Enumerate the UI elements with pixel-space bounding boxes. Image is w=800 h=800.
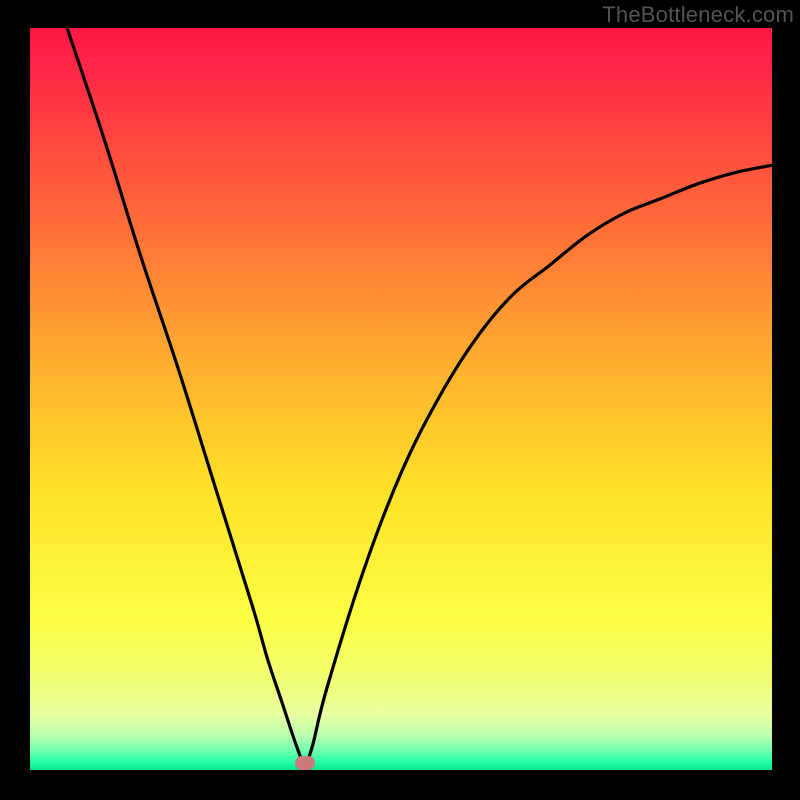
chart-frame: TheBottleneck.com xyxy=(0,0,800,800)
watermark-label: TheBottleneck.com xyxy=(602,2,794,28)
optimal-point-marker xyxy=(295,756,315,770)
curve-line xyxy=(30,28,772,770)
plot-area xyxy=(30,28,772,770)
